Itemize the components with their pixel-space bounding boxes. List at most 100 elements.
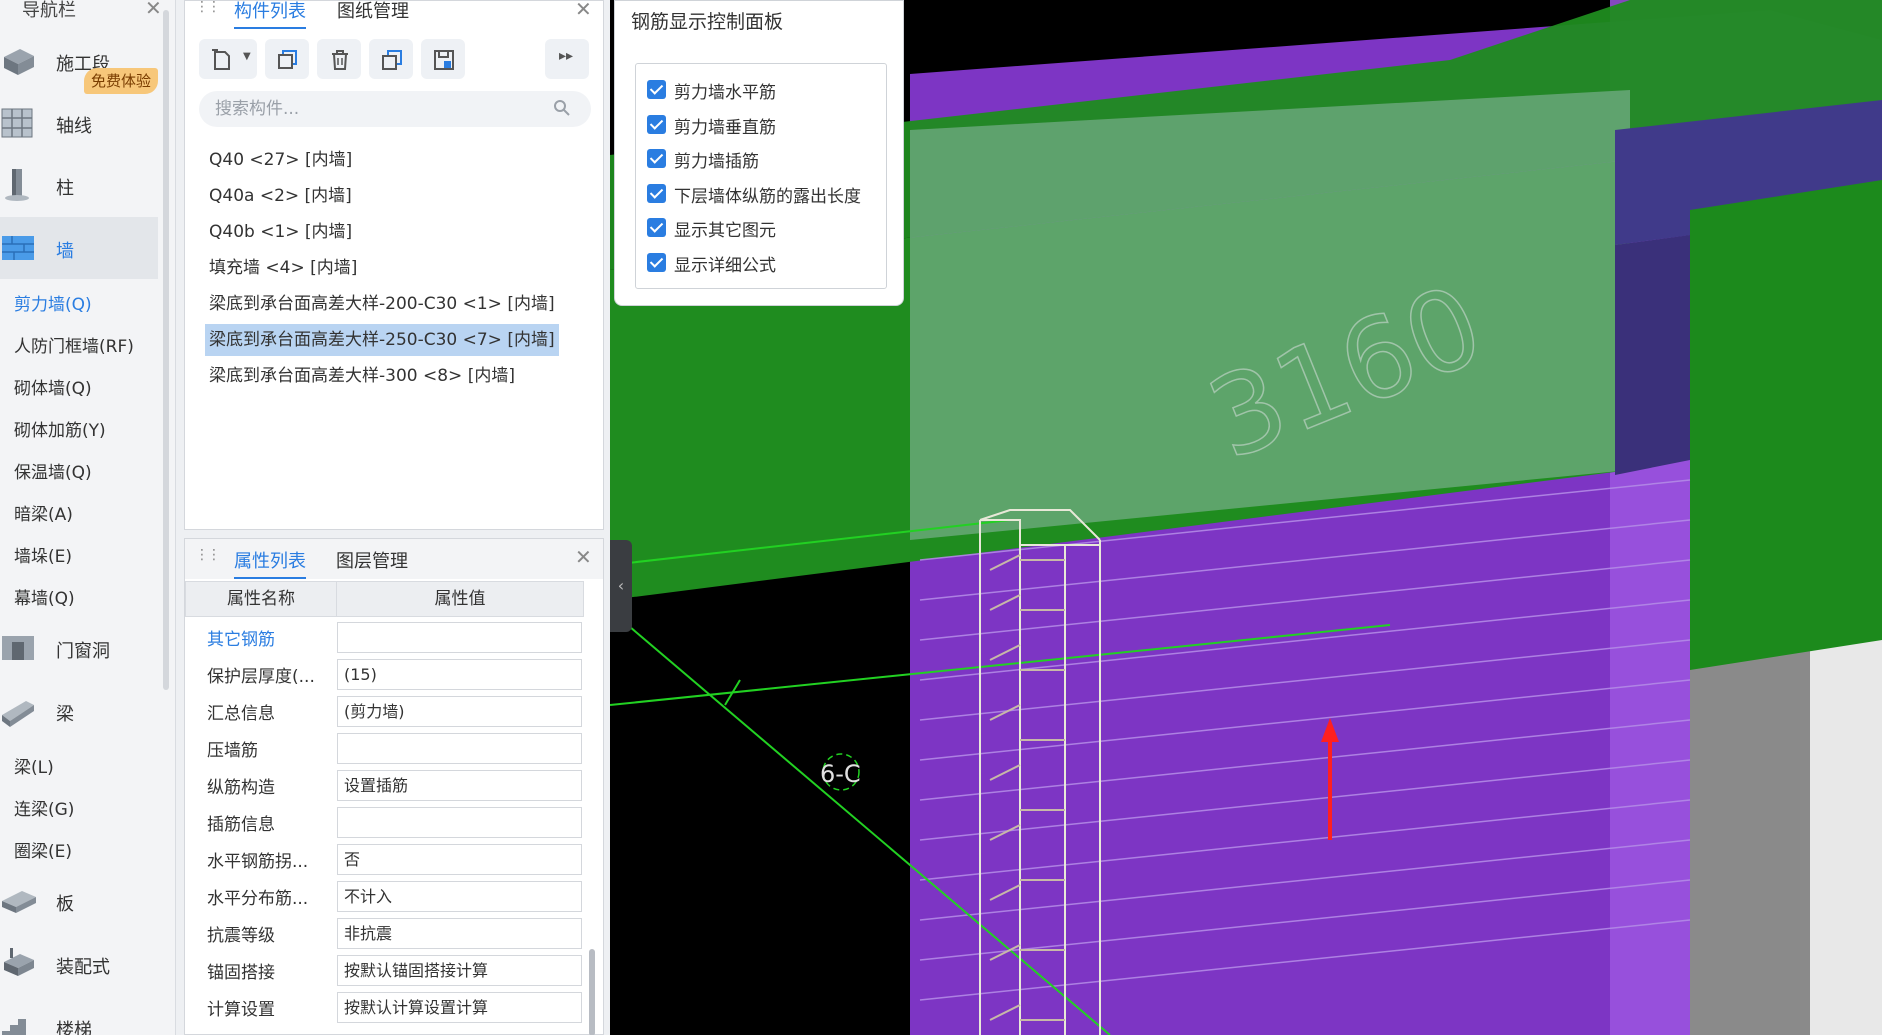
property-row: 其它钢筋	[185, 619, 585, 656]
property-name-header: 属性名称	[185, 581, 337, 617]
more-tools-button[interactable]: ▸▸	[545, 39, 589, 79]
property-name: 插筋信息	[207, 815, 275, 835]
nav-category-beam[interactable]: 梁	[0, 680, 158, 742]
new-component-icon	[212, 49, 230, 70]
nav-sub-beam[interactable]: 梁(L)	[14, 753, 54, 778]
property-row: 水平分布筋... 不计入	[185, 878, 585, 915]
property-panel-header: ⋮⋮ 属性列表 图层管理 ✕	[185, 539, 603, 579]
nav-sub-hidden-beam[interactable]: 暗梁(A)	[14, 500, 73, 525]
checkbox-checked[interactable]	[647, 184, 666, 203]
rebar-option-label: 剪力墙水平筋	[674, 83, 776, 103]
axis-label: 6-C	[820, 760, 861, 788]
component-list-item[interactable]: Q40b <1> [内墙]	[205, 216, 356, 248]
rebar-option-label: 剪力墙插筋	[674, 152, 759, 172]
property-value-field[interactable]: 设置插筋	[337, 770, 582, 801]
free-trial-badge[interactable]: 免费体验	[84, 68, 158, 94]
component-list-item[interactable]: 梁底到承台面高差大样-200-C30 <1> [内墙]	[205, 288, 559, 320]
property-name: 计算设置	[207, 1000, 275, 1020]
drag-handle-icon[interactable]: ⋮⋮	[195, 548, 221, 569]
delete-component-button[interactable]	[317, 39, 361, 79]
tab-property-list[interactable]: 属性列表	[234, 547, 306, 579]
property-value-field[interactable]: 非抗震	[337, 918, 582, 949]
navigation-close-icon[interactable]: ✕	[145, 0, 162, 20]
checkbox-checked[interactable]	[647, 253, 666, 272]
nav-sub-insulation-wall[interactable]: 保温墙(Q)	[14, 458, 92, 483]
slab-icon	[2, 891, 36, 913]
dark-beam-front	[1615, 235, 1690, 475]
property-value-field[interactable]	[337, 733, 582, 764]
copy-icon	[278, 50, 297, 69]
tab-drawing-management[interactable]: 图纸管理	[337, 0, 409, 23]
property-value-field[interactable]: 否	[337, 844, 582, 875]
stair-icon	[2, 1019, 26, 1035]
rebar-option-label: 剪力墙垂直筋	[674, 118, 776, 138]
nav-category-label: 装配式	[56, 957, 110, 978]
property-value-header: 属性值	[336, 581, 584, 617]
component-list-item[interactable]: 梁底到承台面高差大样-300 <8> [内墙]	[205, 360, 519, 392]
navigation-scrollbar[interactable]	[163, 10, 169, 690]
nav-category-wall[interactable]: 墙	[0, 217, 158, 279]
nav-category-column[interactable]: 柱	[0, 154, 158, 216]
checkbox-checked[interactable]	[647, 218, 666, 237]
property-row: 纵筋构造 设置插筋	[185, 767, 585, 804]
property-value-field[interactable]: 按默认锚固搭接计算	[337, 955, 582, 986]
property-panel-close-icon[interactable]: ✕	[575, 545, 592, 569]
navigation-title-bar: 导航栏 ✕	[0, 0, 176, 22]
nav-category-stair[interactable]: 楼梯	[0, 996, 158, 1035]
property-row: 计算设置 按默认计算设置计算	[185, 989, 585, 1026]
nav-category-slab[interactable]: 板	[0, 870, 158, 932]
nav-sub-masonry-wall[interactable]: 砌体墙(Q)	[14, 374, 92, 399]
property-value-field[interactable]: 不计入	[337, 881, 582, 912]
nav-sub-shear-wall[interactable]: 剪力墙(Q)	[14, 290, 92, 315]
component-list-item[interactable]: Q40a <2> [内墙]	[205, 180, 356, 212]
green-right-block	[1690, 180, 1882, 670]
component-panel-close-icon[interactable]: ✕	[575, 0, 592, 21]
collapse-panel-button[interactable]: ‹	[610, 540, 632, 632]
copy-component-button[interactable]	[265, 39, 309, 79]
nav-sub-coupling-beam[interactable]: 连梁(G)	[14, 795, 74, 820]
component-search-input[interactable]	[199, 91, 591, 127]
nav-sub-masonry-reinforcement[interactable]: 砌体加筋(Y)	[14, 416, 106, 441]
property-value-field[interactable]	[337, 622, 582, 653]
drag-handle-icon[interactable]: ⋮⋮	[195, 0, 221, 21]
nav-category-door-window[interactable]: 门窗洞	[0, 617, 158, 679]
nav-category-prefab[interactable]: 装配式	[0, 933, 158, 995]
checkbox-checked[interactable]	[647, 115, 666, 134]
checkbox-checked[interactable]	[647, 80, 666, 99]
door-window-icon	[2, 636, 34, 660]
copy-to-layer-button[interactable]	[369, 39, 413, 79]
tab-layer-management[interactable]: 图层管理	[336, 547, 408, 573]
nav-category-axis[interactable]: 轴线	[0, 92, 158, 154]
property-name: 保护层厚度(...	[207, 667, 315, 687]
component-list-item[interactable]: 填充墙 <4> [内墙]	[205, 252, 361, 284]
nav-category-construction-stage[interactable]: 施工段 免费体验	[0, 30, 158, 94]
property-value-field[interactable]: (15)	[337, 659, 582, 690]
wall-icon	[2, 236, 34, 260]
property-row: 保护层厚度(... (15)	[185, 656, 585, 693]
property-name: 水平分布筋...	[207, 889, 309, 909]
property-value-field[interactable]	[337, 807, 582, 838]
component-list-item-selected[interactable]: 梁底到承台面高差大样-250-C30 <7> [内墙]	[205, 324, 559, 356]
property-row: 抗震等级 非抗震	[185, 915, 585, 952]
delete-icon	[332, 50, 348, 70]
property-name-link[interactable]: 其它钢筋	[207, 625, 275, 650]
component-panel-header: ⋮⋮ 构件列表 图纸管理 ✕	[185, 0, 603, 29]
property-panel: ⋮⋮ 属性列表 图层管理 ✕ 属性名称 属性值 其它钢筋 保护层厚度(... (…	[184, 538, 604, 1035]
save-template-button[interactable]	[421, 39, 465, 79]
dropdown-caret-icon[interactable]: ▼	[243, 51, 251, 62]
component-list-item[interactable]: Q40 <27> [内墙]	[205, 144, 356, 176]
property-name: 锚固搭接	[207, 963, 275, 983]
property-value-field[interactable]: 按默认计算设置计算	[337, 992, 582, 1023]
tab-component-list[interactable]: 构件列表	[234, 0, 306, 29]
nav-sub-curtain-wall[interactable]: 幕墙(Q)	[14, 584, 75, 609]
checkbox-checked[interactable]	[647, 149, 666, 168]
nav-sub-wall-pier[interactable]: 墙垛(E)	[14, 542, 72, 567]
nav-sub-civil-defense-door-wall[interactable]: 人防门框墙(RF)	[14, 332, 134, 357]
property-scrollbar[interactable]	[589, 949, 595, 1035]
property-name: 水平钢筋拐...	[207, 852, 309, 872]
new-component-button[interactable]: ▼	[199, 39, 257, 79]
property-value-field[interactable]: (剪力墙)	[337, 696, 582, 727]
search-icon[interactable]	[553, 99, 571, 117]
nav-sub-ring-beam[interactable]: 圈梁(E)	[14, 837, 72, 862]
navigation-title: 导航栏	[22, 0, 76, 21]
